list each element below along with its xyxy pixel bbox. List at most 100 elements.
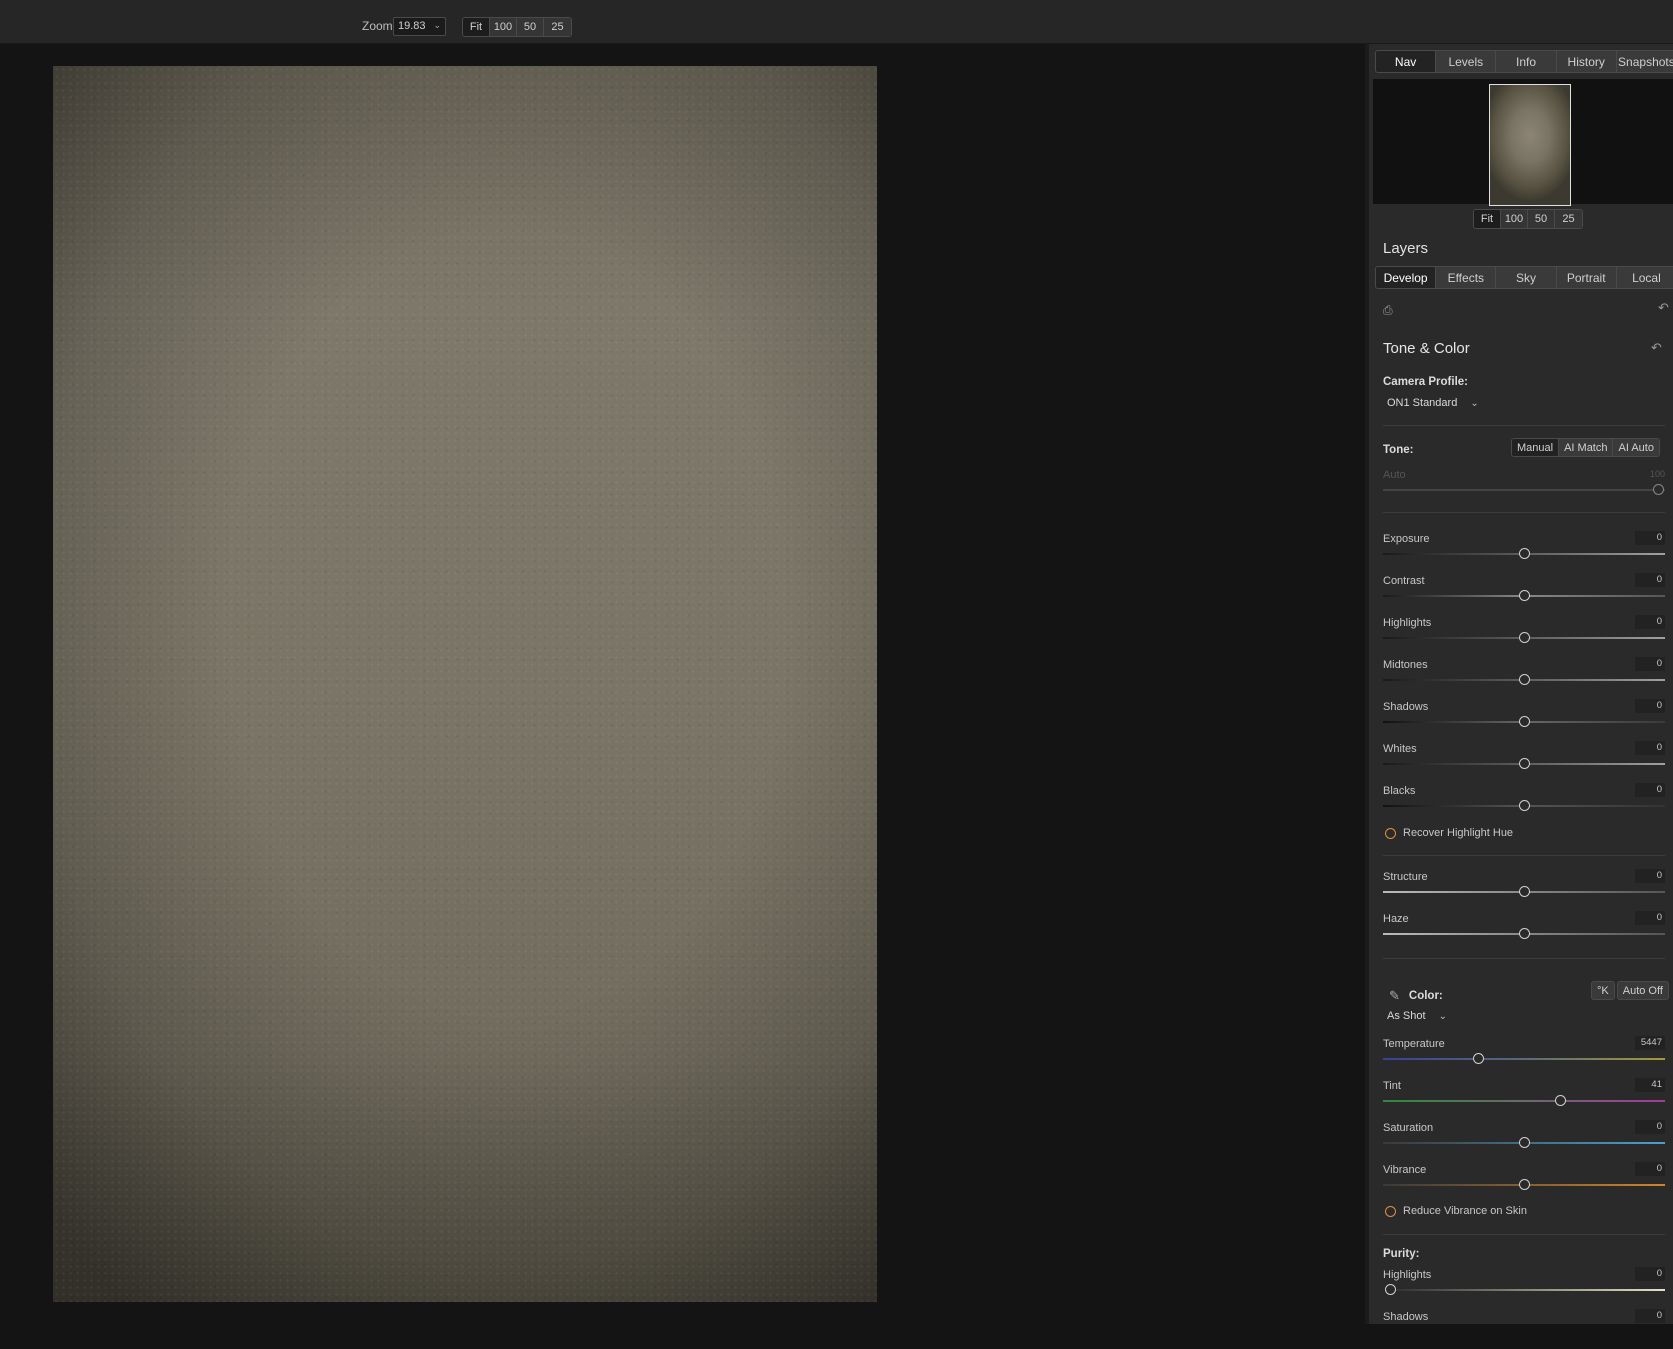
tab-develop[interactable]: Develop [1376,267,1437,288]
camera-profile-dropdown[interactable]: ON1 Standard ⌄ [1387,397,1479,409]
color-label: Color: [1408,990,1443,1002]
slider-value[interactable]: 0 [1635,783,1665,797]
tab-levels[interactable]: Levels [1436,51,1497,72]
slider-value[interactable]: 0 [1635,531,1665,545]
tab-sky[interactable]: Sky [1496,267,1557,288]
slider-value[interactable]: 0 [1635,1120,1665,1134]
auto-off-button[interactable]: Auto Off [1616,981,1669,1000]
tint-slider[interactable]: Tint 41 [1383,1078,1665,1118]
eyedropper-icon[interactable]: ✎ [1389,988,1400,1004]
midtones-slider[interactable]: Midtones 0 [1383,657,1665,697]
purity-shadows-slider[interactable]: Shadows 0 [1383,1309,1665,1349]
slider-value[interactable]: 5447 [1635,1036,1665,1050]
slider-knob[interactable] [1519,716,1530,727]
tone-manual-button[interactable]: Manual [1512,439,1560,456]
zoom-value: 19.83 [398,20,426,32]
slider-knob[interactable] [1519,800,1530,811]
slider-value[interactable]: 0 [1635,869,1665,883]
slider-value[interactable]: 0 [1635,1267,1665,1281]
nav-fit-button[interactable]: Fit [1474,210,1501,228]
slider-value[interactable]: 0 [1635,741,1665,755]
tab-effects[interactable]: Effects [1436,267,1497,288]
slider-knob[interactable] [1519,1137,1530,1148]
navigator-thumbnail[interactable] [1489,84,1571,206]
nav-100-button[interactable]: 100 [1501,210,1528,228]
slider-knob[interactable] [1519,632,1530,643]
tab-snapshots[interactable]: Snapshots [1616,51,1673,72]
slider-label: Saturation [1383,1122,1434,1134]
slider-track[interactable] [1383,1100,1665,1102]
tone-label: Tone: [1383,444,1414,456]
tab-nav[interactable]: Nav [1376,51,1437,72]
slider-value[interactable]: 0 [1635,1309,1665,1323]
temperature-slider[interactable]: Temperature 5447 [1383,1036,1665,1076]
tab-info[interactable]: Info [1496,51,1557,72]
auto-knob[interactable] [1653,484,1664,495]
auto-slider[interactable]: Auto 100 [1383,469,1665,507]
reset-all-icon[interactable]: ↶ [1658,300,1669,316]
slider-value[interactable]: 0 [1635,573,1665,587]
shadows-slider[interactable]: Shadows 0 [1383,699,1665,739]
nav-50-button[interactable]: 50 [1528,210,1555,228]
auto-track[interactable] [1383,489,1665,491]
reduce-vibrance-on-skin-option[interactable]: Reduce Vibrance on Skin [1385,1205,1527,1217]
reset-section-icon[interactable]: ↶ [1651,340,1662,356]
navigator-zoom-presets: Fit 100 50 25 [1473,209,1583,229]
chevron-down-icon: ⌄ [433,20,441,30]
slider-value[interactable]: 41 [1635,1078,1665,1092]
zoom-fit-button[interactable]: Fit [463,18,490,36]
radio-button[interactable] [1385,1205,1396,1217]
zoom-50-button[interactable]: 50 [517,18,544,36]
contrast-slider[interactable]: Contrast 0 [1383,573,1665,613]
slider-label: Structure [1383,871,1428,883]
nav-25-button[interactable]: 25 [1555,210,1582,228]
kelvin-button[interactable]: °K [1591,981,1615,1000]
slider-value[interactable]: 0 [1635,699,1665,713]
image-canvas[interactable] [0,44,1365,1324]
slider-knob[interactable] [1519,1179,1530,1190]
zoom-select[interactable]: 19.83 ⌄ [393,17,446,36]
export-preset-icon[interactable]: ⎙ [1383,303,1397,317]
slider-knob[interactable] [1555,1095,1566,1106]
purity-highlights-slider[interactable]: Highlights 0 [1383,1267,1665,1307]
tab-history[interactable]: History [1556,51,1617,72]
slider-knob[interactable] [1519,758,1530,769]
slider-knob[interactable] [1519,674,1530,685]
slider-track[interactable] [1383,1058,1665,1060]
slider-knob[interactable] [1519,590,1530,601]
divider [1383,958,1665,959]
exposure-slider[interactable]: Exposure 0 [1383,531,1665,571]
tab-portrait[interactable]: Portrait [1556,267,1617,288]
white-balance-dropdown[interactable]: As Shot ⌄ [1387,1010,1447,1022]
slider-knob[interactable] [1473,1053,1484,1064]
divider [1383,512,1665,513]
tone-ai-match-button[interactable]: AI Match [1559,439,1614,456]
photo-preview[interactable] [53,66,877,1302]
whites-slider[interactable]: Whites 0 [1383,741,1665,781]
radio-button[interactable] [1385,827,1396,839]
tone-ai-auto-button[interactable]: AI Auto [1613,439,1659,456]
tab-local[interactable]: Local [1616,267,1673,288]
auto-label: Auto [1383,469,1406,481]
slider-value[interactable]: 0 [1635,1162,1665,1176]
slider-track[interactable] [1383,1289,1665,1291]
slider-knob[interactable] [1519,928,1530,939]
blacks-slider[interactable]: Blacks 0 [1383,783,1665,823]
recover-highlight-hue-option[interactable]: Recover Highlight Hue [1385,827,1513,839]
vibrance-slider[interactable]: Vibrance 0 [1383,1162,1665,1202]
slider-knob[interactable] [1519,548,1530,559]
highlights-slider[interactable]: Highlights 0 [1383,615,1665,655]
option-label: Reduce Vibrance on Skin [1403,1205,1527,1217]
slider-value[interactable]: 0 [1635,615,1665,629]
zoom-25-button[interactable]: 25 [544,18,571,36]
slider-knob[interactable] [1519,886,1530,897]
slider-value[interactable]: 0 [1635,911,1665,925]
right-panel: Nav Levels Info History Snapshots Fit 10… [1365,44,1673,1324]
slider-value[interactable]: 0 [1635,657,1665,671]
structure-slider[interactable]: Structure 0 [1383,869,1665,909]
haze-slider[interactable]: Haze 0 [1383,911,1665,951]
slider-knob[interactable] [1385,1284,1396,1295]
zoom-100-button[interactable]: 100 [490,18,517,36]
saturation-slider[interactable]: Saturation 0 [1383,1120,1665,1160]
divider [1383,855,1665,856]
